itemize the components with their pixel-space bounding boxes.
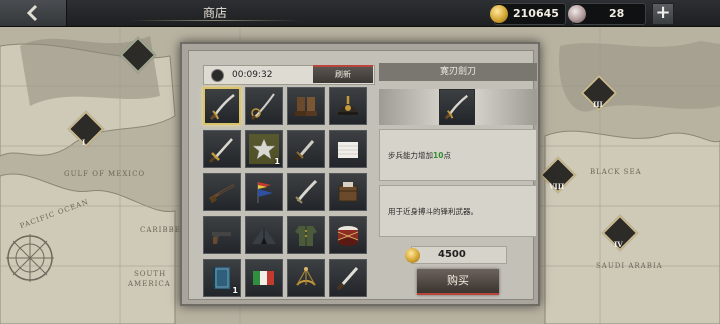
item-effect: 步兵能力增加10点 [379, 129, 537, 181]
shop-item-slot[interactable] [203, 130, 241, 168]
shop-item-slot[interactable] [329, 173, 367, 211]
dagger-icon [293, 140, 315, 162]
map-label-america: AMERICA [128, 280, 171, 288]
gold-counter: 210645 [490, 3, 566, 25]
effect-prefix: 步兵能力增加 [388, 151, 433, 160]
item-usage: 用于近身搏斗的锋利武器。 [379, 185, 537, 237]
item-name: 寛刃劍刀 [379, 63, 537, 81]
knife-icon [336, 267, 359, 291]
effect-suffix: 点 [443, 151, 451, 160]
medal-counter: 28 [568, 3, 646, 25]
chevron-left-icon [26, 4, 38, 22]
uniform-icon [295, 226, 317, 246]
unit-number: VIII [549, 182, 565, 191]
map-label-black-sea: BLACK SEA [590, 168, 642, 176]
cloth-icon [338, 142, 358, 158]
shop-item-slot[interactable] [287, 259, 325, 297]
shop-item-slot[interactable]: 1 [245, 130, 283, 168]
map-label-south: SOUTH [134, 270, 167, 278]
shop-item-slot[interactable] [203, 87, 241, 125]
gold-coin-icon [405, 248, 420, 263]
item-quantity: 1 [232, 286, 238, 295]
shop-item-slot[interactable] [203, 173, 241, 211]
sextant-icon [296, 267, 316, 286]
saber-icon [209, 94, 235, 121]
cavalry-sword-icon [250, 93, 275, 121]
sword-icon [208, 138, 233, 164]
shop-item-slot[interactable] [329, 216, 367, 254]
shop-item-slot[interactable] [329, 259, 367, 297]
unit-number: III [593, 100, 603, 109]
tent-icon [252, 227, 276, 244]
shop-panel: 00:09:32 刷新 11 寛刃劍刀 步兵能力增加10点 用于近身搏斗的锋利武… [180, 42, 540, 306]
shop-item-slot[interactable] [287, 130, 325, 168]
item-preview [379, 89, 537, 125]
shop-item-slot[interactable] [245, 216, 283, 254]
add-currency-button[interactable]: + [652, 3, 674, 25]
shop-panel-inner: 00:09:32 刷新 11 寛刃劍刀 步兵能力增加10点 用于近身搏斗的锋利武… [188, 50, 537, 300]
shop-item-slot[interactable]: 1 [203, 259, 241, 297]
map-label-saudi-arabia: SAUDI ARABIA [596, 262, 663, 270]
gold-coin-icon [490, 5, 508, 23]
shop-item-slot[interactable] [329, 130, 367, 168]
map-label-gulf: GULF OF MEXICO [64, 170, 146, 178]
leather-boots-icon [295, 97, 317, 116]
shop-item-slot[interactable] [203, 216, 241, 254]
price-display: 4500 [405, 246, 507, 264]
item-grid: 11 [203, 87, 375, 299]
shop-item-slot[interactable] [245, 173, 283, 211]
drum-icon [337, 226, 359, 246]
unit-number: I [82, 138, 86, 147]
refresh-button[interactable]: 刷新 [313, 65, 373, 83]
shop-item-slot[interactable] [287, 87, 325, 125]
blade-icon [295, 179, 318, 204]
rifle-icon [209, 183, 235, 204]
title-underline [130, 20, 300, 21]
unit-number: IV [614, 240, 623, 249]
buy-button[interactable]: 购买 [417, 269, 499, 295]
item-quantity: 1 [274, 157, 280, 166]
saber-icon [439, 89, 475, 125]
pistol-icon [212, 232, 231, 244]
page-title: 商店 [202, 6, 227, 20]
shop-item-slot[interactable] [329, 87, 367, 125]
italian-flag-icon [253, 271, 274, 285]
back-button[interactable] [0, 0, 67, 26]
medal-amount: 28 [609, 7, 625, 20]
supply-crate-icon [338, 182, 358, 202]
flags-icon [257, 182, 273, 203]
shop-item-slot[interactable] [245, 259, 283, 297]
effect-value: 10 [433, 151, 444, 160]
shop-item-slot[interactable] [287, 216, 325, 254]
timer-text: 00:09:32 [232, 70, 273, 80]
clock-icon [211, 69, 224, 82]
medal-icon [568, 5, 586, 23]
gold-amount: 210645 [513, 7, 559, 20]
top-bar: 商店 210645 28 + [0, 0, 720, 27]
price-value: 4500 [438, 249, 466, 260]
shop-item-slot[interactable] [287, 173, 325, 211]
pickelhaube-helmet-icon [338, 96, 358, 115]
shop-item-slot[interactable] [245, 87, 283, 125]
item-detail: 寛刃劍刀 步兵能力增加10点 用于近身搏斗的锋利武器。 4500 购买 [379, 59, 537, 295]
